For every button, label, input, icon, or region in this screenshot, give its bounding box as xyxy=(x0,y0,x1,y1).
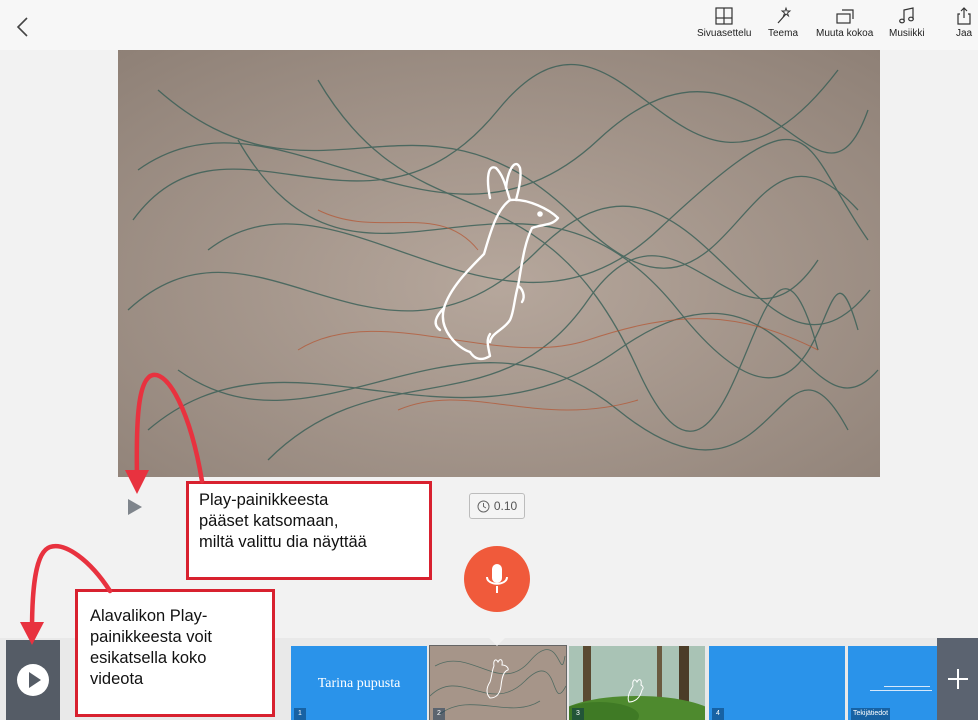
top-toolbar: Sivuasettelu Teema Muuta kokoa Musiikki … xyxy=(0,0,978,50)
filmstrip-slide[interactable]: 4 xyxy=(709,646,845,720)
share-button[interactable]: Jaa xyxy=(954,6,974,39)
slide-duration-button[interactable]: 0.10 xyxy=(469,493,525,519)
slide-title: Tarina pupusta xyxy=(317,676,401,691)
filmstrip-slide[interactable]: Tarina pupusta 1 xyxy=(291,646,427,720)
layout-label: Sivuasettelu xyxy=(697,28,752,39)
layout-icon xyxy=(715,7,733,25)
slide-number: 4 xyxy=(712,708,724,720)
clock-icon xyxy=(477,500,490,512)
theme-button[interactable]: Teema xyxy=(768,6,798,39)
crayon-scribble-background xyxy=(118,50,880,477)
record-button[interactable] xyxy=(464,546,530,612)
magic-wand-icon xyxy=(777,6,792,24)
layout-button[interactable]: Sivuasettelu xyxy=(697,6,751,39)
slide-number: 2 xyxy=(433,708,445,720)
add-slide-button[interactable] xyxy=(937,638,978,720)
slide-duration-value: 0.10 xyxy=(493,499,518,513)
share-label: Jaa xyxy=(955,28,973,39)
filmstrip-slide-credits[interactable]: Tekijätiedot xyxy=(848,646,937,720)
resize-button[interactable]: Muuta kokoa xyxy=(816,6,873,39)
slide-thumbnail-image xyxy=(569,646,705,720)
play-circle-icon xyxy=(17,664,49,696)
share-icon xyxy=(957,7,971,25)
annotation-video-play: Alavalikon Play- painikkeesta voit esika… xyxy=(75,589,275,717)
slide-number: 1 xyxy=(294,708,306,720)
preview-video-button[interactable] xyxy=(6,640,60,720)
microphone-icon xyxy=(486,564,508,593)
chevron-left-icon[interactable] xyxy=(10,14,36,40)
filmstrip-slide[interactable]: 2 xyxy=(429,645,567,720)
music-button[interactable]: Musiikki xyxy=(889,6,925,39)
resize-icon xyxy=(836,9,854,24)
music-label: Musiikki xyxy=(889,28,925,39)
selected-slide-indicator xyxy=(487,636,507,646)
annotation-slide-play: Play-painikkeesta pääset katsomaan, milt… xyxy=(186,481,432,580)
resize-label: Muuta kokoa xyxy=(816,28,874,39)
plus-icon xyxy=(947,669,968,689)
slide-number: 3 xyxy=(572,708,584,720)
slide-play-icon[interactable] xyxy=(126,498,144,516)
theme-label: Teema xyxy=(768,28,799,39)
credits-label: Tekijätiedot xyxy=(851,708,891,720)
music-icon xyxy=(898,7,914,24)
slide-canvas[interactable] xyxy=(118,50,880,477)
filmstrip-slide[interactable]: 3 xyxy=(569,646,705,720)
slide-thumbnail-image xyxy=(430,649,566,715)
